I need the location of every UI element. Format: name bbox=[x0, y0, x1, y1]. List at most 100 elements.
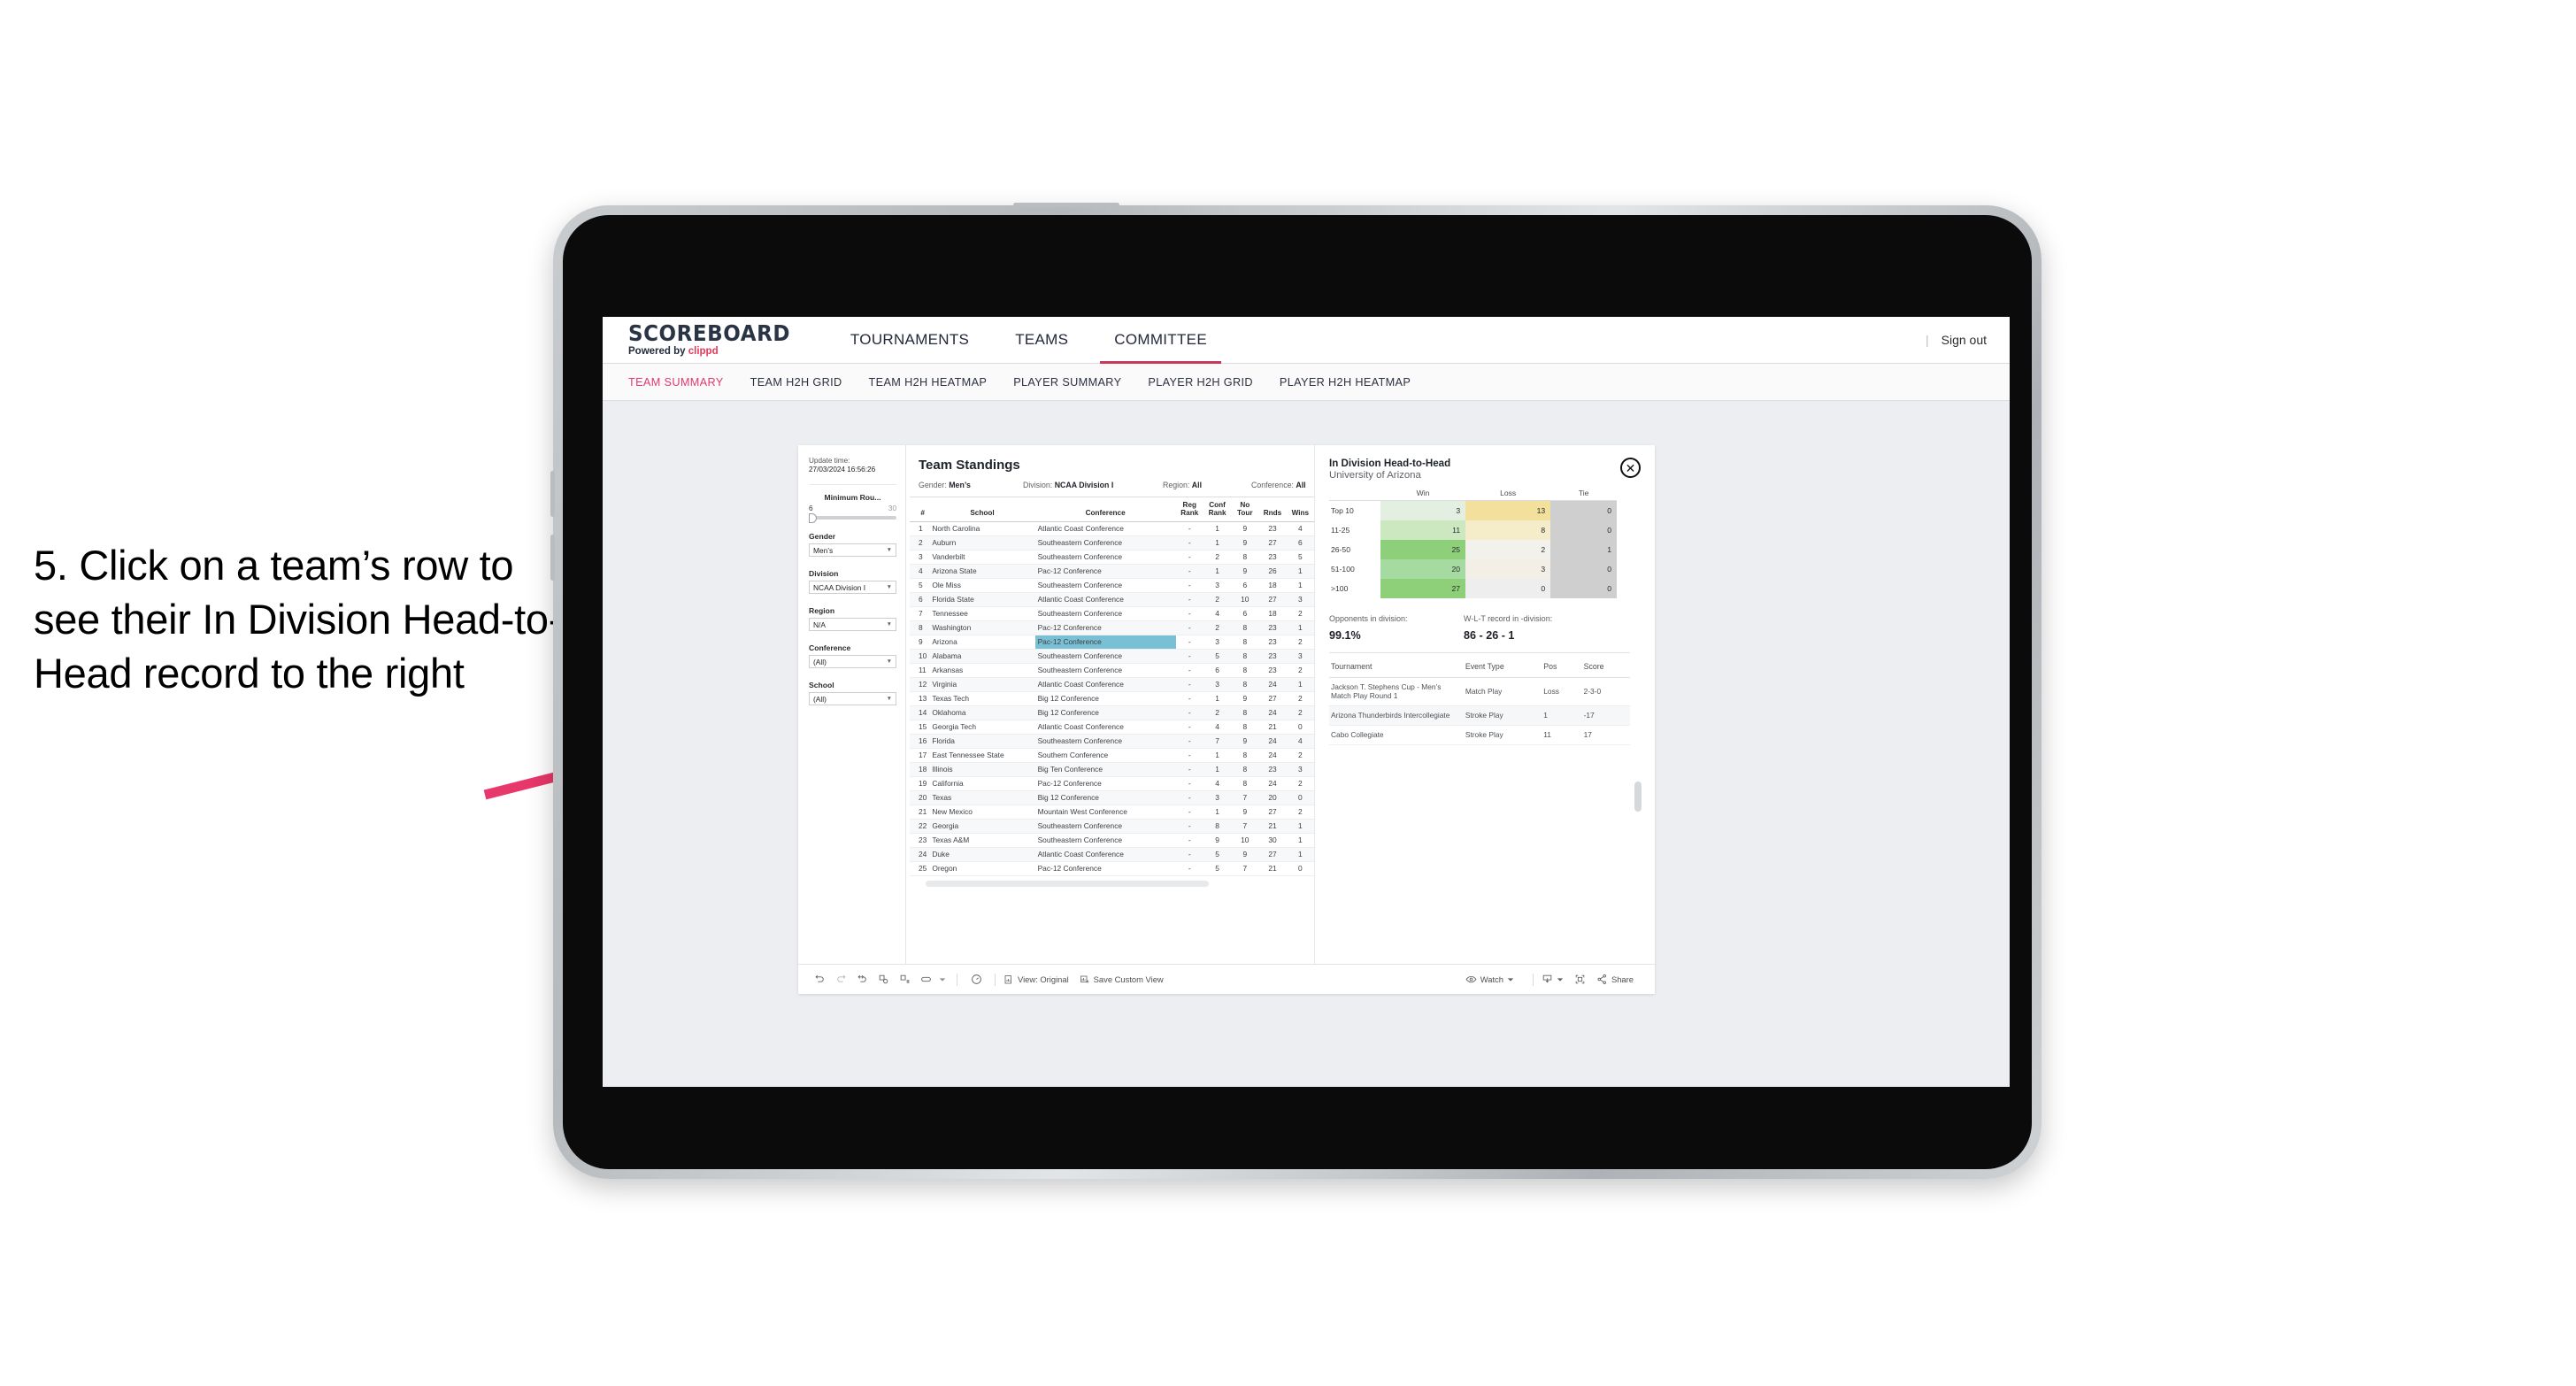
undo-icon[interactable] bbox=[809, 974, 830, 985]
table-row[interactable]: 24 Duke Atlantic Coast Conference -5 9 27 1 bbox=[910, 847, 1314, 862]
cell-rnds: 21 bbox=[1258, 861, 1287, 876]
tab-team-summary[interactable]: TEAM SUMMARY bbox=[628, 376, 724, 389]
tournament-row[interactable]: Cabo Collegiate Stroke Play 11 17 bbox=[1329, 725, 1630, 746]
cell-rank: 8 bbox=[910, 620, 930, 635]
tab-team-h2h-grid[interactable]: TEAM H2H GRID bbox=[750, 376, 842, 389]
fullscreen-button[interactable] bbox=[1574, 974, 1586, 985]
col-rnds[interactable]: Rnds bbox=[1258, 497, 1287, 522]
cell-wins: 4 bbox=[1286, 521, 1314, 536]
table-row[interactable]: 9 Arizona Pac-12 Conference -3 8 23 2 bbox=[910, 635, 1314, 650]
cell-school: Georgia bbox=[929, 819, 1035, 834]
h2h-corner bbox=[1329, 489, 1380, 501]
table-row[interactable]: 25 Oregon Pac-12 Conference -5 7 21 0 bbox=[910, 861, 1314, 876]
table-row[interactable]: 10 Alabama Southeastern Conference -5 8 23 3 bbox=[910, 649, 1314, 664]
filter-school: School (All) ▼ bbox=[809, 681, 896, 706]
tab-team-h2h-heatmap[interactable]: TEAM H2H HEATMAP bbox=[869, 376, 988, 389]
redo-icon[interactable] bbox=[830, 974, 851, 985]
download-button[interactable] bbox=[1542, 974, 1564, 985]
table-row[interactable]: 12 Virginia Atlantic Coast Conference -3 8 24… bbox=[910, 677, 1314, 692]
table-row[interactable]: 8 Washington Pac-12 Conference -2 8 23 1 bbox=[910, 620, 1314, 635]
nav-item-tournaments[interactable]: TOURNAMENTS bbox=[827, 317, 992, 364]
save-custom-view-button[interactable]: Save Custom View bbox=[1080, 974, 1164, 985]
table-row[interactable]: 23 Texas A&M Southeastern Conference -9 10 30… bbox=[910, 833, 1314, 848]
revert-icon[interactable] bbox=[851, 974, 873, 985]
division-label: Division bbox=[809, 569, 839, 579]
table-row[interactable]: 15 Georgia Tech Atlantic Coast Conference -… bbox=[910, 720, 1314, 735]
table-row[interactable]: 5 Ole Miss Southeastern Conference -3 6 18 1 bbox=[910, 578, 1314, 593]
gender-select[interactable]: Men’s ▼ bbox=[809, 543, 896, 558]
table-row[interactable]: 17 East Tennessee State Southern Conferenc… bbox=[910, 748, 1314, 763]
col-conf-rank[interactable]: Conf Rank bbox=[1203, 497, 1232, 522]
col-reg-rank[interactable]: Reg Rank bbox=[1175, 497, 1203, 522]
cell-conference: Pac-12 Conference bbox=[1034, 861, 1176, 876]
tournament-row[interactable]: Arizona Thunderbirds Intercollegiate Stro… bbox=[1329, 705, 1630, 727]
cell-no-tour: 8 bbox=[1231, 762, 1259, 777]
view-original-button[interactable]: View: Original bbox=[1003, 974, 1069, 985]
col-tournament[interactable]: Tournament bbox=[1329, 654, 1464, 678]
sign-out-link[interactable]: Sign out bbox=[1942, 333, 1987, 347]
device-layout-icon[interactable] bbox=[915, 974, 936, 985]
col-no-tour[interactable]: No Tour bbox=[1231, 497, 1259, 522]
tournament-row[interactable]: Jackson T. Stephens Cup - Men’s Match Pl… bbox=[1329, 677, 1630, 707]
watch-button[interactable]: Watch bbox=[1465, 974, 1514, 985]
col-rank[interactable]: # bbox=[910, 497, 930, 522]
slider-handle[interactable] bbox=[809, 512, 817, 523]
cell-no-tour: 9 bbox=[1231, 847, 1259, 862]
cell-wins: 1 bbox=[1286, 564, 1314, 579]
conference-select[interactable]: (All) ▼ bbox=[809, 655, 896, 669]
cell-reg-rank: - bbox=[1175, 535, 1203, 551]
col-pos[interactable]: Pos bbox=[1542, 654, 1582, 678]
cell-wins: 1 bbox=[1286, 819, 1314, 834]
cell-wins: 0 bbox=[1286, 720, 1314, 735]
nav-item-teams[interactable]: TEAMS bbox=[992, 317, 1091, 364]
tournament-vertical-scrollbar[interactable] bbox=[1634, 782, 1642, 812]
table-row[interactable]: 16 Florida Southeastern Conference -7 9 24 4 bbox=[910, 734, 1314, 749]
cell-wins: 0 bbox=[1286, 861, 1314, 876]
table-row[interactable]: 22 Georgia Southeastern Conference -8 7 21 1 bbox=[910, 819, 1314, 834]
col-score[interactable]: Score bbox=[1581, 654, 1630, 678]
col-wins[interactable]: Wins bbox=[1286, 497, 1314, 522]
region-select[interactable]: N/A ▼ bbox=[809, 618, 896, 632]
close-icon[interactable]: ✕ bbox=[1620, 458, 1641, 478]
table-row[interactable]: 18 Illinois Big Ten Conference -1 8 23 3 bbox=[910, 762, 1314, 777]
cell-rnds: 26 bbox=[1258, 564, 1287, 579]
cell-school: New Mexico bbox=[929, 805, 1035, 820]
school-select[interactable]: (All) ▼ bbox=[809, 692, 896, 706]
nav-item-committee[interactable]: COMMITTEE bbox=[1091, 317, 1230, 364]
table-row[interactable]: 2 Auburn Southeastern Conference -1 9 27 6 bbox=[910, 535, 1314, 551]
table-row[interactable]: 11 Arkansas Southeastern Conference -6 8 23 2 bbox=[910, 663, 1314, 678]
cell-conference: Southeastern Conference bbox=[1034, 663, 1176, 678]
division-select[interactable]: NCAA Division I ▼ bbox=[809, 581, 896, 595]
cell-rnds: 23 bbox=[1258, 663, 1287, 678]
brand-logo[interactable]: SCOREBOARD Powered by clippd bbox=[603, 322, 827, 358]
table-row[interactable]: 20 Texas Big 12 Conference -3 7 20 0 bbox=[910, 790, 1314, 805]
col-event-type[interactable]: Event Type bbox=[1463, 654, 1542, 678]
cell-conf-rank: 5 bbox=[1203, 861, 1232, 876]
crumb-division: Division: NCAA Division I bbox=[1023, 481, 1163, 489]
table-row[interactable]: 7 Tennessee Southeastern Conference -4 6 18 2 bbox=[910, 606, 1314, 621]
table-row[interactable]: 3 Vanderbilt Southeastern Conference -2 8 23 5 bbox=[910, 550, 1314, 565]
min-rounds-high: 30 bbox=[888, 504, 896, 513]
table-row[interactable]: 14 Oklahoma Big 12 Conference -2 8 24 2 bbox=[910, 705, 1314, 720]
refresh-data-icon[interactable] bbox=[873, 974, 894, 985]
table-row[interactable]: 19 California Pac-12 Conference -4 8 24 2 bbox=[910, 776, 1314, 791]
table-row[interactable]: 1 North Carolina Atlantic Coast Conference… bbox=[910, 521, 1314, 536]
dashboard-speed-icon[interactable] bbox=[965, 974, 987, 985]
cell-rnds: 30 bbox=[1258, 833, 1287, 848]
table-row[interactable]: 4 Arizona State Pac-12 Conference -1 9 26 1 bbox=[910, 564, 1314, 579]
col-school[interactable]: School bbox=[929, 497, 1035, 522]
table-row[interactable]: 13 Texas Tech Big 12 Conference -1 9 27 2 bbox=[910, 691, 1314, 706]
tab-player-h2h-heatmap[interactable]: PLAYER H2H HEATMAP bbox=[1280, 376, 1411, 389]
tab-player-summary[interactable]: PLAYER SUMMARY bbox=[1013, 376, 1121, 389]
col-conference[interactable]: Conference bbox=[1034, 497, 1176, 522]
table-row[interactable]: 21 New Mexico Mountain West Conference -1 9 2… bbox=[910, 805, 1314, 820]
toolbar-divider-3 bbox=[1532, 973, 1534, 986]
share-button[interactable]: Share bbox=[1596, 974, 1634, 985]
pause-auto-update-icon[interactable] bbox=[894, 974, 915, 985]
chevron-down-icon[interactable] bbox=[936, 976, 949, 983]
h2h-cell-tie: 1 bbox=[1550, 539, 1617, 559]
table-row[interactable]: 6 Florida State Atlantic Coast Conference -… bbox=[910, 592, 1314, 607]
min-rounds-slider[interactable] bbox=[809, 512, 896, 523]
tab-player-h2h-grid[interactable]: PLAYER H2H GRID bbox=[1148, 376, 1253, 389]
horizontal-scrollbar[interactable] bbox=[926, 880, 1209, 887]
